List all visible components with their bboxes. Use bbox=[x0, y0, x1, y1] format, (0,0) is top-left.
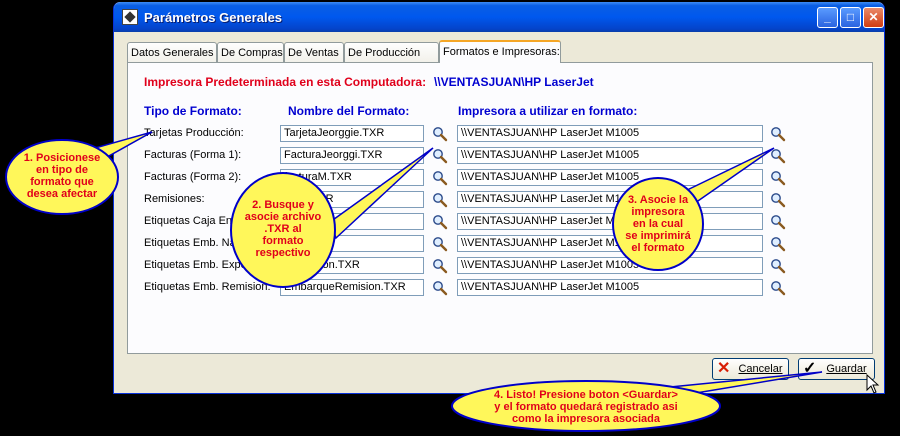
column-header-printer: Impresora a utilizar en formato: bbox=[458, 104, 638, 118]
callout-line: respectivo bbox=[255, 247, 311, 259]
printer-input[interactable]: \\VENTASJUAN\HP LaserJet M1005 bbox=[457, 191, 763, 208]
format-type-label: Etiquetas Emb. Na bbox=[144, 237, 236, 249]
tab-datos-generales[interactable]: Datos Generales bbox=[127, 42, 217, 62]
checkmark-icon: ✓ bbox=[803, 360, 817, 377]
mouse-cursor-icon bbox=[866, 374, 880, 394]
red-x-icon: ✕ bbox=[717, 360, 731, 377]
format-type-label: Facturas (Forma 1): bbox=[144, 149, 242, 161]
callout-line: el formato bbox=[631, 242, 685, 254]
callout-line: en la cual bbox=[632, 218, 684, 230]
format-type-label: Etiquetas Emb. Remision: bbox=[144, 281, 271, 293]
format-type-label: Tarjetas Producción: bbox=[144, 127, 244, 139]
callout-line: y el formato quedará registrado asi bbox=[494, 401, 678, 413]
default-printer-value: \\VENTASJUAN\HP LaserJet bbox=[434, 75, 594, 89]
default-printer-label: Impresora Predeterminada en esta Computa… bbox=[144, 75, 427, 89]
printer-input[interactable]: \\VENTASJUAN\HP LaserJet M1005 bbox=[457, 147, 763, 164]
format-file-input[interactable]: EmbarqueRemision.TXR bbox=[280, 279, 424, 296]
minimize-button[interactable]: _ bbox=[817, 7, 838, 28]
callout-line: formato que bbox=[30, 176, 94, 188]
callout-line: se imprimirá bbox=[625, 230, 691, 242]
app-icon bbox=[122, 9, 138, 25]
callout-line: 3. Asocie la bbox=[627, 194, 689, 206]
magnifier-icon[interactable] bbox=[432, 148, 448, 164]
column-header-type: Tipo de Formato: bbox=[144, 104, 242, 118]
save-button[interactable]: ✓ Guardar bbox=[798, 358, 875, 380]
callout-2-text: 2. Busque y asocie archivo .TXR al forma… bbox=[236, 199, 330, 259]
tab-de-produccion[interactable]: De Producción bbox=[344, 42, 439, 62]
magnifier-icon[interactable] bbox=[432, 258, 448, 274]
magnifier-icon[interactable] bbox=[432, 236, 448, 252]
maximize-button[interactable]: □ bbox=[840, 7, 861, 28]
callout-4-text: 4. Listo! Presione boton <Guardar> y el … bbox=[462, 389, 710, 425]
printer-input[interactable]: \\VENTASJUAN\HP LaserJet M1005 bbox=[457, 279, 763, 296]
callout-line: 1. Posicionese bbox=[23, 152, 101, 164]
magnifier-icon[interactable] bbox=[770, 236, 786, 252]
tab-de-compras[interactable]: De Compras bbox=[217, 42, 284, 62]
printer-input[interactable]: \\VENTASJUAN\HP LaserJet M1005 bbox=[457, 213, 763, 230]
magnifier-icon[interactable] bbox=[770, 214, 786, 230]
format-file-input[interactable]: TarjetaJeorggie.TXR bbox=[280, 125, 424, 142]
format-file-input[interactable]: FacturaJeorggi.TXR bbox=[280, 147, 424, 164]
tab-label: De Ventas bbox=[288, 47, 339, 59]
format-file-input[interactable]: xportacion.TXR bbox=[280, 257, 424, 274]
format-type-label: Remisiones: bbox=[144, 193, 205, 205]
format-type-label: Etiquetas Caja Env bbox=[144, 215, 238, 227]
magnifier-icon[interactable] bbox=[770, 126, 786, 142]
magnifier-icon[interactable] bbox=[770, 148, 786, 164]
tab-label: Datos Generales bbox=[131, 47, 214, 59]
magnifier-icon[interactable] bbox=[770, 192, 786, 208]
tab-label: De Compras bbox=[221, 47, 283, 59]
tab-de-ventas[interactable]: De Ventas bbox=[284, 42, 344, 62]
title-bar[interactable]: Parámetros Generales _ □ ✕ bbox=[114, 2, 884, 32]
format-type-label: Etiquetas Emb. Expor bbox=[144, 259, 251, 271]
callout-line: en tipo de bbox=[36, 164, 88, 176]
tab-label: Formatos e Impresoras: bbox=[443, 46, 560, 58]
parametros-window: Parámetros Generales _ □ ✕ Datos General… bbox=[113, 2, 885, 394]
printer-input[interactable]: \\VENTASJUAN\HP LaserJet M1005 bbox=[457, 125, 763, 142]
callout-line: como la impresora asociada bbox=[512, 413, 660, 425]
callout-line: 4. Listo! Presione boton <Guardar> bbox=[494, 389, 678, 401]
cancel-button[interactable]: ✕ Cancelar bbox=[712, 358, 789, 380]
callout-line: desea afectar bbox=[26, 188, 98, 200]
tab-label: De Producción bbox=[348, 47, 421, 59]
cancel-label: Cancelar bbox=[738, 363, 783, 375]
column-header-name: Nombre del Formato: bbox=[288, 104, 410, 118]
window-title: Parámetros Generales bbox=[144, 10, 283, 25]
magnifier-icon[interactable] bbox=[432, 170, 448, 186]
callout-1-text: 1. Posicionese en tipo de formato que de… bbox=[10, 152, 114, 200]
magnifier-icon[interactable] bbox=[770, 170, 786, 186]
callout-line: .TXR al bbox=[264, 223, 302, 235]
close-button[interactable]: ✕ bbox=[863, 7, 884, 28]
callout-3-text: 3. Asocie la impresora en la cual se imp… bbox=[617, 194, 699, 254]
magnifier-icon[interactable] bbox=[770, 258, 786, 274]
callout-line: asocie archivo bbox=[244, 211, 322, 223]
magnifier-icon[interactable] bbox=[432, 280, 448, 296]
format-file-input[interactable]: facturaM.TXR bbox=[280, 169, 424, 186]
magnifier-icon[interactable] bbox=[432, 192, 448, 208]
save-label: Guardar bbox=[826, 363, 867, 375]
callout-line: impresora bbox=[631, 206, 685, 218]
magnifier-icon[interactable] bbox=[432, 126, 448, 142]
callout-line: formato bbox=[262, 235, 304, 247]
magnifier-icon[interactable] bbox=[432, 214, 448, 230]
magnifier-icon[interactable] bbox=[770, 280, 786, 296]
printer-input[interactable]: \\VENTASJUAN\HP LaserJet M1005 bbox=[457, 169, 763, 186]
callout-line: 2. Busque y bbox=[252, 199, 314, 211]
format-type-label: Facturas (Forma 2): bbox=[144, 171, 242, 183]
tab-formatos-impresoras[interactable]: Formatos e Impresoras: bbox=[439, 40, 561, 63]
printer-input[interactable]: \\VENTASJUAN\HP LaserJet M1005 bbox=[457, 235, 763, 252]
printer-input[interactable]: \\VENTASJUAN\HP LaserJet M1005 bbox=[457, 257, 763, 274]
